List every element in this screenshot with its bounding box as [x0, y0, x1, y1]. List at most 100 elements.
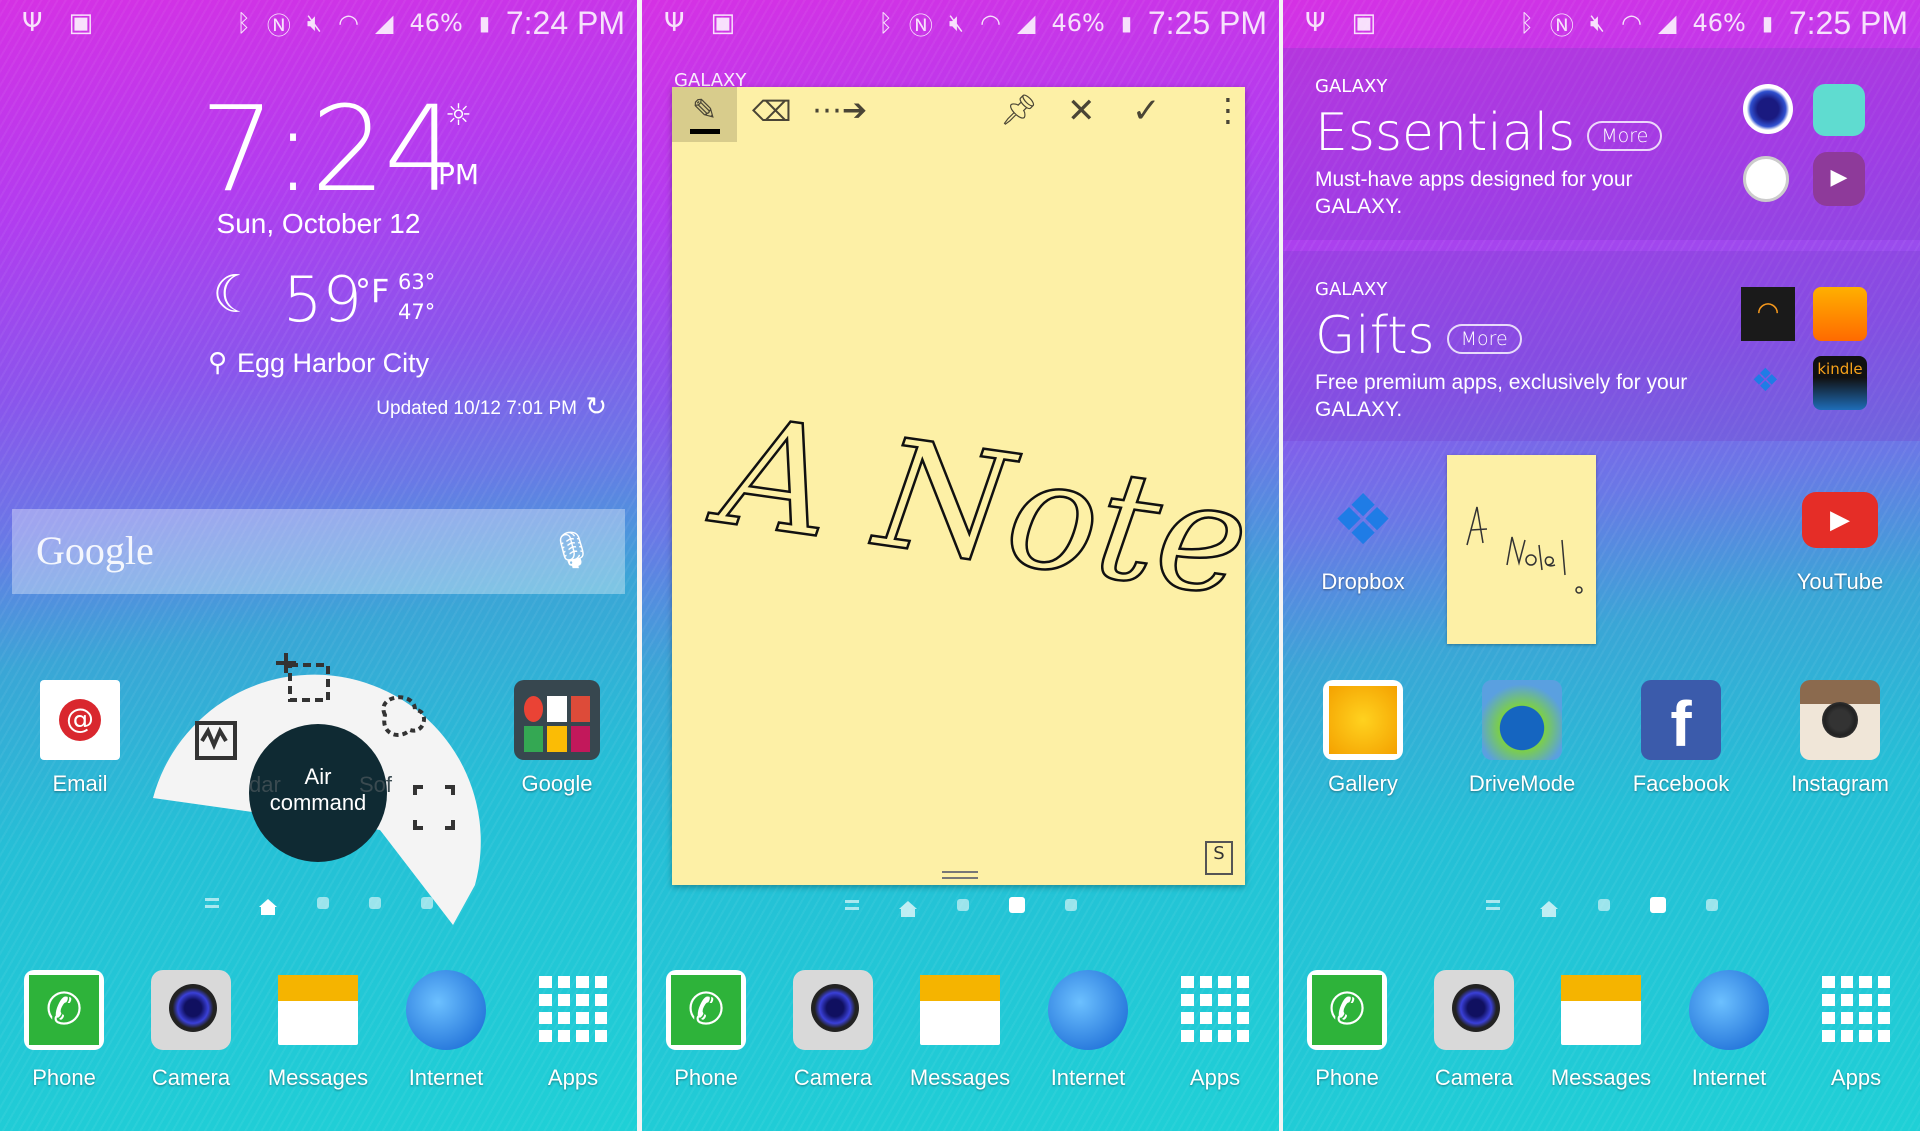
page-dot[interactable] [1597, 899, 1610, 911]
gallery-label: Gallery [1328, 771, 1398, 796]
page-dot-active[interactable] [1649, 897, 1666, 913]
panel-divider [1279, 0, 1283, 1131]
battery-charging-icon: ▮ [1761, 11, 1773, 35]
page-dot[interactable] [956, 899, 969, 911]
kindle-icon[interactable]: kindle [1813, 356, 1867, 410]
behind-text-left: dar [249, 772, 281, 797]
clock-ampm: PM [438, 158, 480, 191]
bluetooth-icon: ᛒ [236, 9, 251, 37]
instagram-icon[interactable] [1800, 680, 1880, 760]
email-icon[interactable]: @ [40, 680, 120, 760]
internet-label: Internet [1691, 1065, 1767, 1090]
dropbox-small-icon[interactable]: ❖ [1751, 361, 1780, 399]
chat-app-icon[interactable] [1813, 84, 1865, 136]
handwriting-canvas[interactable]: A Note! [672, 87, 1245, 885]
home-screen-action-memo: Ψ ▣ ᛒ Ⓝ 🔇︎ ◠ ◢ 46% ▮ 7:25 PM GALAXY ✎ ⌫ ⋯➔ 📌︎ ✕ … [642, 0, 1279, 1131]
usb-icon: Ψ [1305, 8, 1326, 38]
s-note-link-icon[interactable]: S [1205, 841, 1233, 875]
gallery-icon: ▣ [710, 8, 736, 38]
apps-icon[interactable] [1816, 970, 1896, 1050]
page-dot[interactable] [368, 897, 381, 909]
battery-level: 46% [1051, 9, 1105, 37]
essentials-title: Essentials [1315, 103, 1576, 163]
messages-icon[interactable] [278, 975, 358, 1045]
drivemode-label: DriveMode [1468, 771, 1576, 796]
refresh-icon[interactable]: ↻ [585, 392, 607, 422]
gallery-app-icon[interactable] [1323, 680, 1403, 760]
status-bar: Ψ ▣ ᛒ Ⓝ 🔇︎ ◠ ◢ 46% ▮ 7:24 PM [0, 0, 637, 46]
page-dot[interactable] [420, 897, 433, 909]
nfc-icon: Ⓝ [1549, 11, 1574, 40]
temp-high: 63° [398, 270, 436, 294]
google-search-bar[interactable]: Google 🎙︎ [12, 509, 625, 594]
page-dot[interactable] [316, 897, 329, 909]
clock-date: Sun, October 12 [216, 208, 421, 239]
gifts-more-button[interactable]: More [1446, 324, 1522, 354]
usb-icon: Ψ [22, 8, 43, 38]
action-memo-note[interactable]: ✎ ⌫ ⋯➔ 📌︎ ✕ ✓ ⋮ A Note! S [672, 87, 1245, 885]
page-menu-icon[interactable] [1485, 900, 1500, 910]
phone-icon[interactable]: ✆ [24, 970, 104, 1050]
phone-label: Phone [1315, 1065, 1379, 1090]
nfc-icon: Ⓝ [908, 11, 933, 40]
gallery-icon: ▣ [1351, 8, 1377, 38]
page-menu-icon[interactable] [844, 900, 859, 910]
page-indicator[interactable] [1283, 897, 1920, 917]
handwriting: A Note! [701, 383, 1245, 639]
page-indicator[interactable] [0, 897, 637, 915]
video-app-icon[interactable]: ▶ [1813, 152, 1865, 206]
microphone-icon[interactable]: 🎙︎ [549, 529, 595, 571]
mute-icon: 🔇︎ [1589, 9, 1606, 37]
galaxy-essentials-card[interactable]: GALAXY Essentials More Must-have apps des… [1283, 48, 1920, 240]
moon-icon: ☾ [212, 265, 259, 325]
mute-icon: 🔇︎ [306, 9, 323, 37]
internet-icon[interactable] [1048, 970, 1128, 1050]
signal-icon: ◢ [1017, 9, 1036, 37]
phone-icon[interactable]: ✆ [666, 970, 746, 1050]
apps-icon[interactable] [1175, 970, 1255, 1050]
internet-label: Internet [408, 1065, 484, 1090]
page-indicator[interactable] [642, 897, 1279, 917]
essentials-kicker: GALAXY [1315, 76, 1388, 97]
owners-hub-icon[interactable] [1743, 156, 1789, 202]
status-time: 7:25 PM [1788, 4, 1908, 41]
apps-icon[interactable] [533, 970, 613, 1050]
alarm-icon: ☼ [445, 98, 472, 133]
air-command-button[interactable]: dar Sof Air command [249, 724, 392, 862]
essentials-more-button[interactable]: More [1587, 121, 1663, 151]
page-dot[interactable] [1705, 899, 1718, 911]
apps-label: Apps [547, 1065, 599, 1090]
page-menu-icon[interactable] [204, 898, 219, 908]
dropbox-icon[interactable]: ❖ [1323, 480, 1403, 560]
internet-icon[interactable] [1689, 970, 1769, 1050]
home-page-icon[interactable] [898, 901, 917, 917]
messages-icon[interactable] [1561, 975, 1641, 1045]
galaxy-gifts-card[interactable]: GALAXY Gifts More Free premium apps, excl… [1283, 251, 1920, 441]
camera-icon[interactable] [151, 970, 231, 1050]
phone-icon[interactable]: ✆ [1307, 970, 1387, 1050]
messages-icon[interactable] [920, 975, 1000, 1045]
clock-widget[interactable]: 7:24 PM ☼ Sun, October 12 ☾ 59 °F 63° 47… [0, 80, 637, 422]
mute-icon: 🔇︎ [948, 9, 965, 37]
camera-icon[interactable] [793, 970, 873, 1050]
internet-icon[interactable] [406, 970, 486, 1050]
camera-app-icon[interactable] [1743, 84, 1793, 134]
audible-icon[interactable]: ◠ [1741, 287, 1795, 341]
battery-level: 46% [1692, 9, 1746, 37]
drag-handle[interactable] [942, 871, 978, 879]
youtube-icon[interactable]: ▶ [1802, 492, 1878, 548]
bloomberg-icon[interactable] [1813, 287, 1867, 341]
camera-icon[interactable] [1434, 970, 1514, 1050]
apps-label: Apps [1189, 1065, 1241, 1090]
usb-icon: Ψ [664, 8, 685, 38]
page-dot[interactable] [1064, 899, 1077, 911]
home-page-icon[interactable] [1539, 901, 1558, 917]
facebook-icon[interactable]: f [1641, 680, 1721, 760]
memo-widget[interactable] [1447, 455, 1596, 644]
home-screen-galaxy: Ψ ▣ ᛒ Ⓝ 🔇︎ ◠ ◢ 46% ▮ 7:25 PM GALAXY Essentials Mo… [1283, 0, 1920, 1131]
google-folder-icon[interactable] [514, 680, 600, 760]
home-page-icon[interactable] [258, 899, 277, 915]
phone-label: Phone [674, 1065, 738, 1090]
page-dot-active[interactable] [1008, 897, 1025, 913]
drivemode-icon[interactable] [1482, 680, 1562, 760]
